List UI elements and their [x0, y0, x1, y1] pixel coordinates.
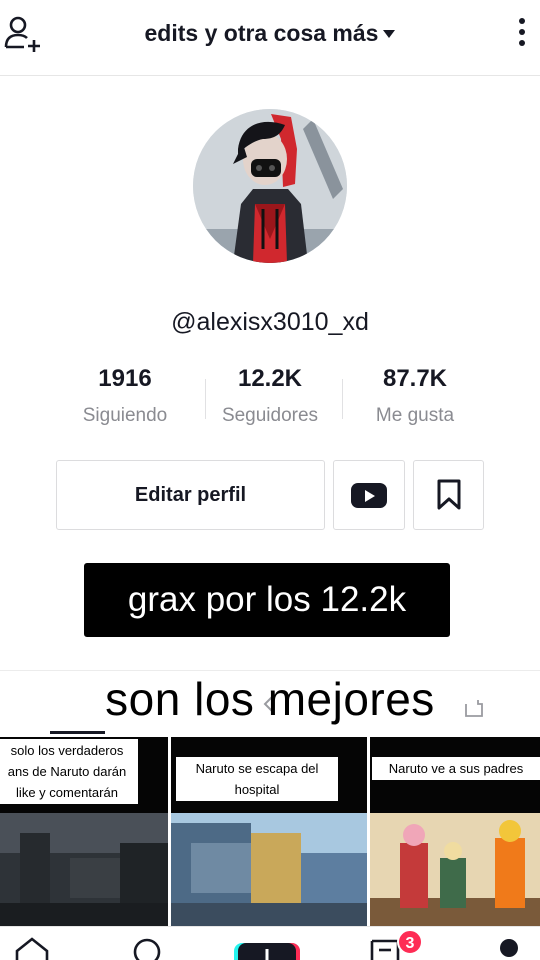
avatar[interactable]	[193, 109, 347, 263]
stat-label: Siguiendo	[82, 405, 168, 426]
caption-line: like y comentarán	[16, 785, 118, 800]
video-caption: solo los verdaderos ans de Naruto darán …	[0, 739, 138, 804]
username: @alexisx3010_xd	[171, 308, 369, 336]
bio-text: grax por los 12.2k	[84, 563, 450, 637]
profile-icon[interactable]	[494, 935, 524, 960]
video-grid: solo los verdaderos ans de Naruto darán …	[0, 737, 540, 927]
stat-likes[interactable]: 87.7K Me gusta	[345, 365, 485, 427]
account-switcher[interactable]: edits y otra cosa más	[0, 20, 540, 47]
divider	[342, 379, 343, 419]
inbox-badge: 3	[397, 929, 423, 955]
create-icon[interactable]	[232, 939, 302, 960]
chevron-down-icon	[383, 29, 396, 38]
edit-profile-button[interactable]: Editar perfil	[56, 460, 325, 530]
stat-value: 12.2K	[237, 365, 303, 392]
overlay-text: son los mejores	[105, 673, 435, 725]
bottom-nav	[0, 926, 540, 960]
caption-line: solo los verdaderos	[10, 743, 124, 758]
more-vertical-icon[interactable]	[512, 18, 532, 52]
stat-followers[interactable]: 12.2K Seguidores	[200, 365, 340, 427]
caption-line: ans de Naruto darán	[7, 764, 127, 779]
bookmark-icon	[437, 479, 460, 510]
stat-value: 1916	[98, 365, 152, 392]
stat-label: Seguidores	[221, 405, 319, 426]
home-icon[interactable]	[12, 935, 52, 960]
account-title: edits y otra cosa más	[144, 20, 379, 46]
profile-stats: 1916 Siguiendo 12.2K Seguidores 87.7K Me…	[55, 365, 485, 429]
video-thumbnail[interactable]: Naruto se escapa del hospital	[171, 737, 367, 927]
caption-line: Naruto ve a sus padres	[388, 761, 524, 776]
bookmark-button[interactable]	[413, 460, 484, 530]
video-thumbnail[interactable]: Naruto ve a sus padres	[370, 737, 540, 927]
stat-value: 87.7K	[382, 365, 448, 392]
video-caption: Naruto se escapa del hospital	[176, 757, 338, 801]
video-caption: Naruto ve a sus padres	[372, 757, 540, 780]
discover-icon[interactable]	[130, 935, 164, 960]
top-bar: edits y otra cosa más	[0, 0, 540, 76]
video-thumbnail[interactable]: solo los verdaderos ans de Naruto darán …	[0, 737, 168, 927]
caption-line: Naruto se escapa del	[195, 761, 319, 776]
video-scene	[171, 813, 367, 927]
stat-following[interactable]: 1916 Siguiendo	[55, 365, 195, 427]
video-scene	[0, 813, 168, 927]
youtube-icon	[351, 482, 387, 508]
tab-videos[interactable]	[50, 731, 105, 734]
youtube-button[interactable]	[333, 460, 405, 530]
video-scene	[370, 813, 540, 927]
stat-label: Me gusta	[375, 405, 455, 426]
caption-line: hospital	[234, 782, 280, 797]
